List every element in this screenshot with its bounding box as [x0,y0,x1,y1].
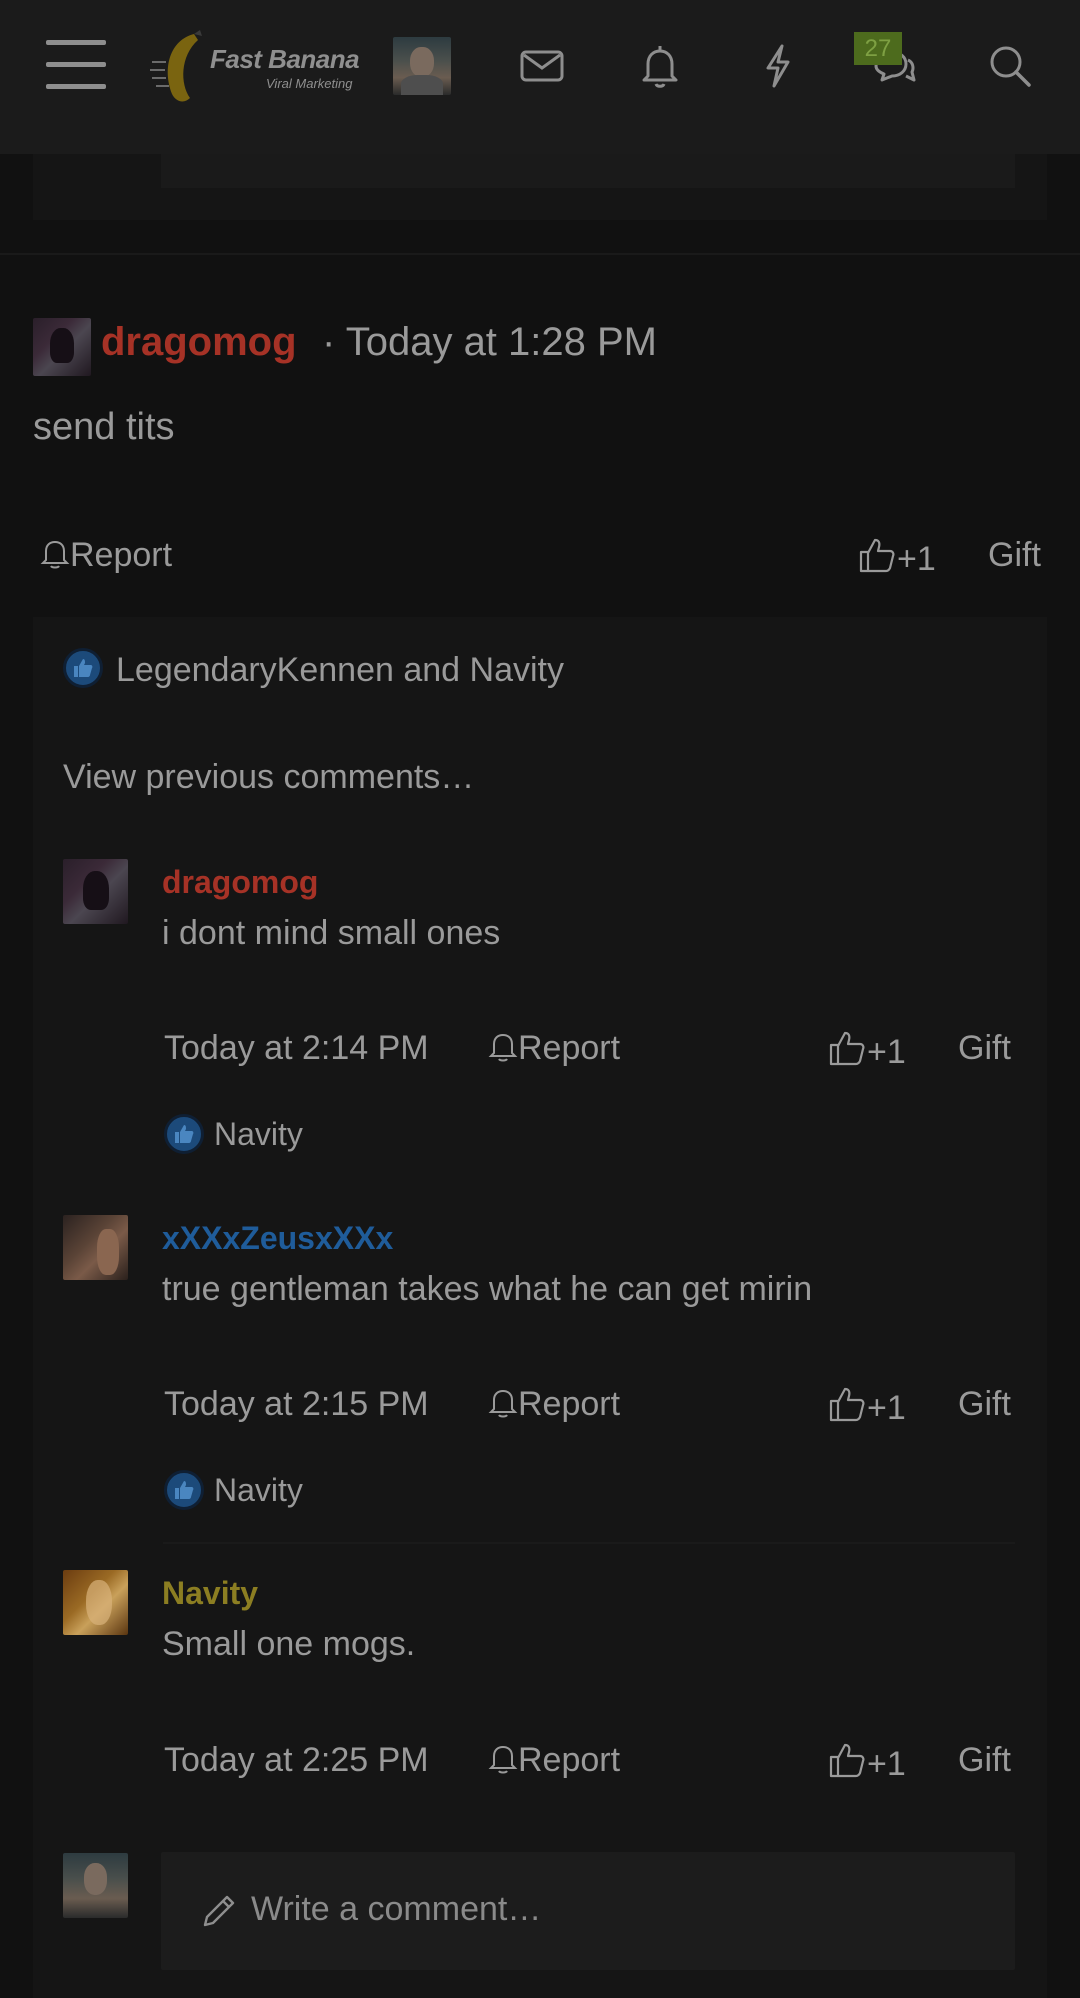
like-reaction-icon [164,1114,204,1154]
comment-author-avatar[interactable] [63,1570,128,1635]
comment-author-username[interactable]: Navity [162,1575,258,1612]
site-logo[interactable]: Fast Banana Viral Marketing [150,28,365,106]
top-nav-bar: Fast Banana Viral Marketing 27 [0,0,1080,154]
like-label: +1 [867,1745,906,1783]
lightning-icon[interactable] [752,40,804,92]
current-user-avatar[interactable] [63,1853,128,1918]
pencil-icon [203,1895,235,1927]
view-previous-comments-link[interactable]: View previous comments… [63,758,474,797]
comment-gift-button[interactable]: Gift [958,1029,1011,1068]
comment-author-username[interactable]: xXXxZeusxXXx [162,1220,393,1257]
previous-post-card [33,154,1047,220]
comment-timestamp[interactable]: Today at 2:25 PM [164,1741,429,1780]
comment-text: true gentleman takes what he can get mir… [162,1270,813,1308]
comment-like-button[interactable]: +1 [827,1741,906,1784]
comment-report-button[interactable]: Report [488,1741,620,1780]
comment-likes-list[interactable]: Navity [214,1116,303,1153]
logo-subtitle: Viral Marketing [266,76,353,91]
post-author-username[interactable]: dragomog [101,320,297,365]
report-label: Report [70,536,173,574]
comment-author-avatar[interactable] [63,1215,128,1280]
post-author-avatar[interactable] [33,318,91,376]
comment-like-button[interactable]: +1 [827,1029,906,1072]
thumbs-up-icon [829,1387,865,1422]
post-divider [0,253,1080,255]
report-label: Report [518,1029,621,1067]
thumbs-up-icon [859,538,895,573]
comment-report-button[interactable]: Report [488,1029,620,1068]
comment-timestamp[interactable]: Today at 2:14 PM [164,1029,429,1068]
logo-title: Fast Banana [210,44,360,74]
comment-timestamp[interactable]: Today at 2:15 PM [164,1385,429,1424]
bell-icon [488,1745,518,1774]
comment-report-button[interactable]: Report [488,1385,620,1424]
bell-icon [488,1389,518,1418]
comment-placeholder: Write a comment… [251,1890,542,1928]
bell-icon[interactable] [634,40,686,92]
envelope-icon[interactable] [516,40,568,92]
post-like-button[interactable]: +1 [857,536,936,579]
comment-text: Small one mogs. [162,1625,416,1663]
post-gift-button[interactable]: Gift [988,536,1041,575]
search-icon[interactable] [984,40,1036,92]
comment-like-button[interactable]: +1 [827,1385,906,1428]
user-avatar[interactable] [393,37,451,95]
menu-icon[interactable] [46,40,106,90]
like-reaction-icon [63,648,103,688]
post-likes-list[interactable]: LegendaryKennen and Navity [116,651,564,690]
comment-gift-button[interactable]: Gift [958,1741,1011,1780]
comment-text: i dont mind small ones [162,914,501,952]
post-report-button[interactable]: Report [40,536,172,575]
previous-post-comment-box [161,154,1015,188]
thumbs-up-icon [829,1743,865,1778]
comments-panel: LegendaryKennen and Navity View previous… [33,617,1047,1998]
comment-divider [163,1542,1015,1544]
report-label: Report [518,1385,621,1423]
bell-icon [40,540,70,569]
comment-author-username[interactable]: dragomog [162,864,318,901]
write-comment-input[interactable]: Write a comment… [161,1852,1015,1970]
report-label: Report [518,1741,621,1779]
thumbs-up-icon [829,1031,865,1066]
comment-likes-list[interactable]: Navity [214,1472,303,1509]
post-timestamp[interactable]: · Today at 1:28 PM [322,320,657,365]
conversations-badge: 27 [854,32,902,65]
like-label: +1 [897,540,936,578]
post-body: send tits [33,406,175,448]
like-label: +1 [867,1389,906,1427]
comment-author-avatar[interactable] [63,859,128,924]
bell-icon [488,1033,518,1062]
like-label: +1 [867,1033,906,1071]
like-reaction-icon [164,1470,204,1510]
comment-gift-button[interactable]: Gift [958,1385,1011,1424]
